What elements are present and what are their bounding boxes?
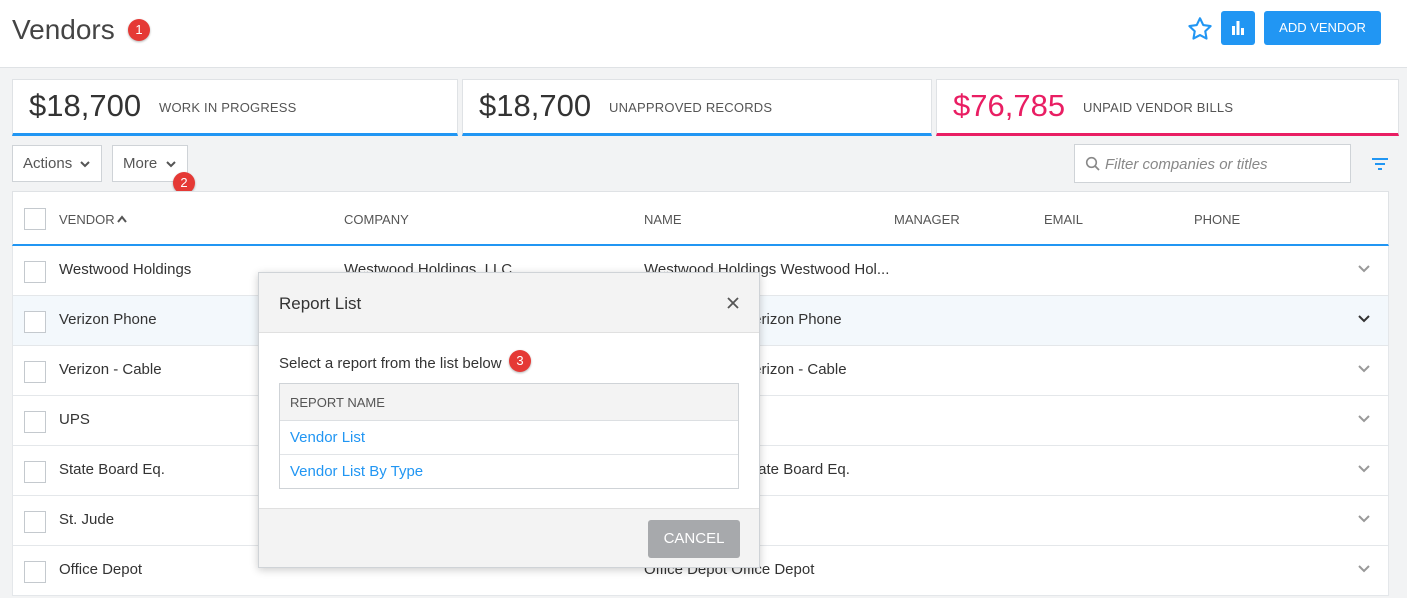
report-table: REPORT NAME Vendor List Vendor List By T… xyxy=(279,383,739,489)
row-checkbox[interactable] xyxy=(24,511,46,533)
vendor-cell[interactable]: Office Depot xyxy=(59,561,142,578)
column-header-manager[interactable]: MANAGER xyxy=(894,212,960,227)
row-checkbox[interactable] xyxy=(24,311,46,333)
actions-label: Actions xyxy=(23,155,73,172)
chevron-down-icon[interactable] xyxy=(1357,364,1371,374)
step-badge-3: 3 xyxy=(509,350,531,372)
search-icon xyxy=(1085,156,1100,171)
report-table-header: REPORT NAME xyxy=(280,384,738,421)
select-all-checkbox[interactable] xyxy=(24,208,46,230)
row-checkbox[interactable] xyxy=(24,261,46,283)
stat-label: WORK IN PROGRESS xyxy=(159,100,297,115)
table-header: VENDOR COMPANY NAME MANAGER EMAIL PHONE xyxy=(12,191,1389,246)
report-list-modal: Report List Select a report from the lis… xyxy=(258,272,760,568)
chevron-down-icon[interactable] xyxy=(1357,264,1371,274)
chevron-down-icon[interactable] xyxy=(1357,314,1371,324)
filter-search-box[interactable] xyxy=(1074,144,1351,183)
column-header-phone[interactable]: PHONE xyxy=(1194,212,1240,227)
chevron-down-icon[interactable] xyxy=(1357,414,1371,424)
row-checkbox[interactable] xyxy=(24,361,46,383)
row-checkbox[interactable] xyxy=(24,561,46,583)
stat-label: UNPAID VENDOR BILLS xyxy=(1083,100,1234,115)
column-header-name[interactable]: NAME xyxy=(644,212,682,227)
stat-amount: $76,785 xyxy=(953,88,1066,123)
stat-card-unpaid-vendor-bills[interactable]: $76,785 UNPAID VENDOR BILLS xyxy=(936,79,1399,136)
stat-amount: $18,700 xyxy=(29,88,142,123)
stat-label: UNAPPROVED RECORDS xyxy=(609,100,773,115)
more-label: More xyxy=(123,155,158,172)
cancel-button[interactable]: CANCEL xyxy=(648,520,740,558)
page-header: Vendors 1 ADD VENDOR xyxy=(0,0,1407,68)
favorite-star-icon[interactable] xyxy=(1186,15,1214,43)
report-row[interactable]: Vendor List By Type xyxy=(280,455,738,489)
report-name-column-header: REPORT NAME xyxy=(290,395,385,410)
row-checkbox[interactable] xyxy=(24,461,46,483)
vendor-cell[interactable]: St. Jude xyxy=(59,511,114,528)
actions-dropdown[interactable]: Actions xyxy=(12,145,102,182)
row-checkbox[interactable] xyxy=(24,411,46,433)
report-link-vendor-list-by-type[interactable]: Vendor List By Type xyxy=(290,463,423,480)
stat-amount: $18,700 xyxy=(479,88,592,123)
vendor-cell[interactable]: Verizon - Cable xyxy=(59,361,162,378)
add-vendor-button[interactable]: ADD VENDOR xyxy=(1264,11,1381,45)
vendor-cell[interactable]: Verizon Phone xyxy=(59,311,157,328)
vendor-cell[interactable]: State Board Eq. xyxy=(59,461,165,478)
chevron-down-icon[interactable] xyxy=(1357,564,1371,574)
column-header-vendor[interactable]: VENDOR xyxy=(59,212,115,227)
modal-title: Report List xyxy=(279,294,362,313)
page-title: Vendors xyxy=(12,14,115,45)
bar-chart-icon xyxy=(1232,21,1244,35)
report-row[interactable]: Vendor List xyxy=(280,421,738,455)
vendor-cell[interactable]: Westwood Holdings xyxy=(59,261,191,278)
vendor-cell[interactable]: UPS xyxy=(59,411,90,428)
report-link-vendor-list[interactable]: Vendor List xyxy=(290,429,365,446)
filter-input[interactable] xyxy=(1105,153,1345,175)
column-header-email[interactable]: EMAIL xyxy=(1044,212,1083,227)
stat-card-unapproved-records[interactable]: $18,700 UNAPPROVED RECORDS xyxy=(462,79,932,136)
chevron-down-icon xyxy=(166,161,176,168)
sort-ascending-icon[interactable] xyxy=(117,215,127,223)
chevron-down-icon[interactable] xyxy=(1357,514,1371,524)
chevron-down-icon[interactable] xyxy=(1357,464,1371,474)
stat-card-work-in-progress[interactable]: $18,700 WORK IN PROGRESS xyxy=(12,79,458,136)
reports-chart-button[interactable] xyxy=(1221,11,1255,45)
filter-icon[interactable] xyxy=(1371,157,1389,171)
modal-header: Report List xyxy=(259,273,759,333)
chevron-down-icon xyxy=(80,161,90,168)
column-header-company[interactable]: COMPANY xyxy=(344,212,409,227)
step-badge-1: 1 xyxy=(128,19,150,41)
modal-footer: CANCEL xyxy=(259,508,759,567)
close-icon[interactable] xyxy=(725,295,741,311)
modal-instruction: Select a report from the list below xyxy=(279,355,502,372)
